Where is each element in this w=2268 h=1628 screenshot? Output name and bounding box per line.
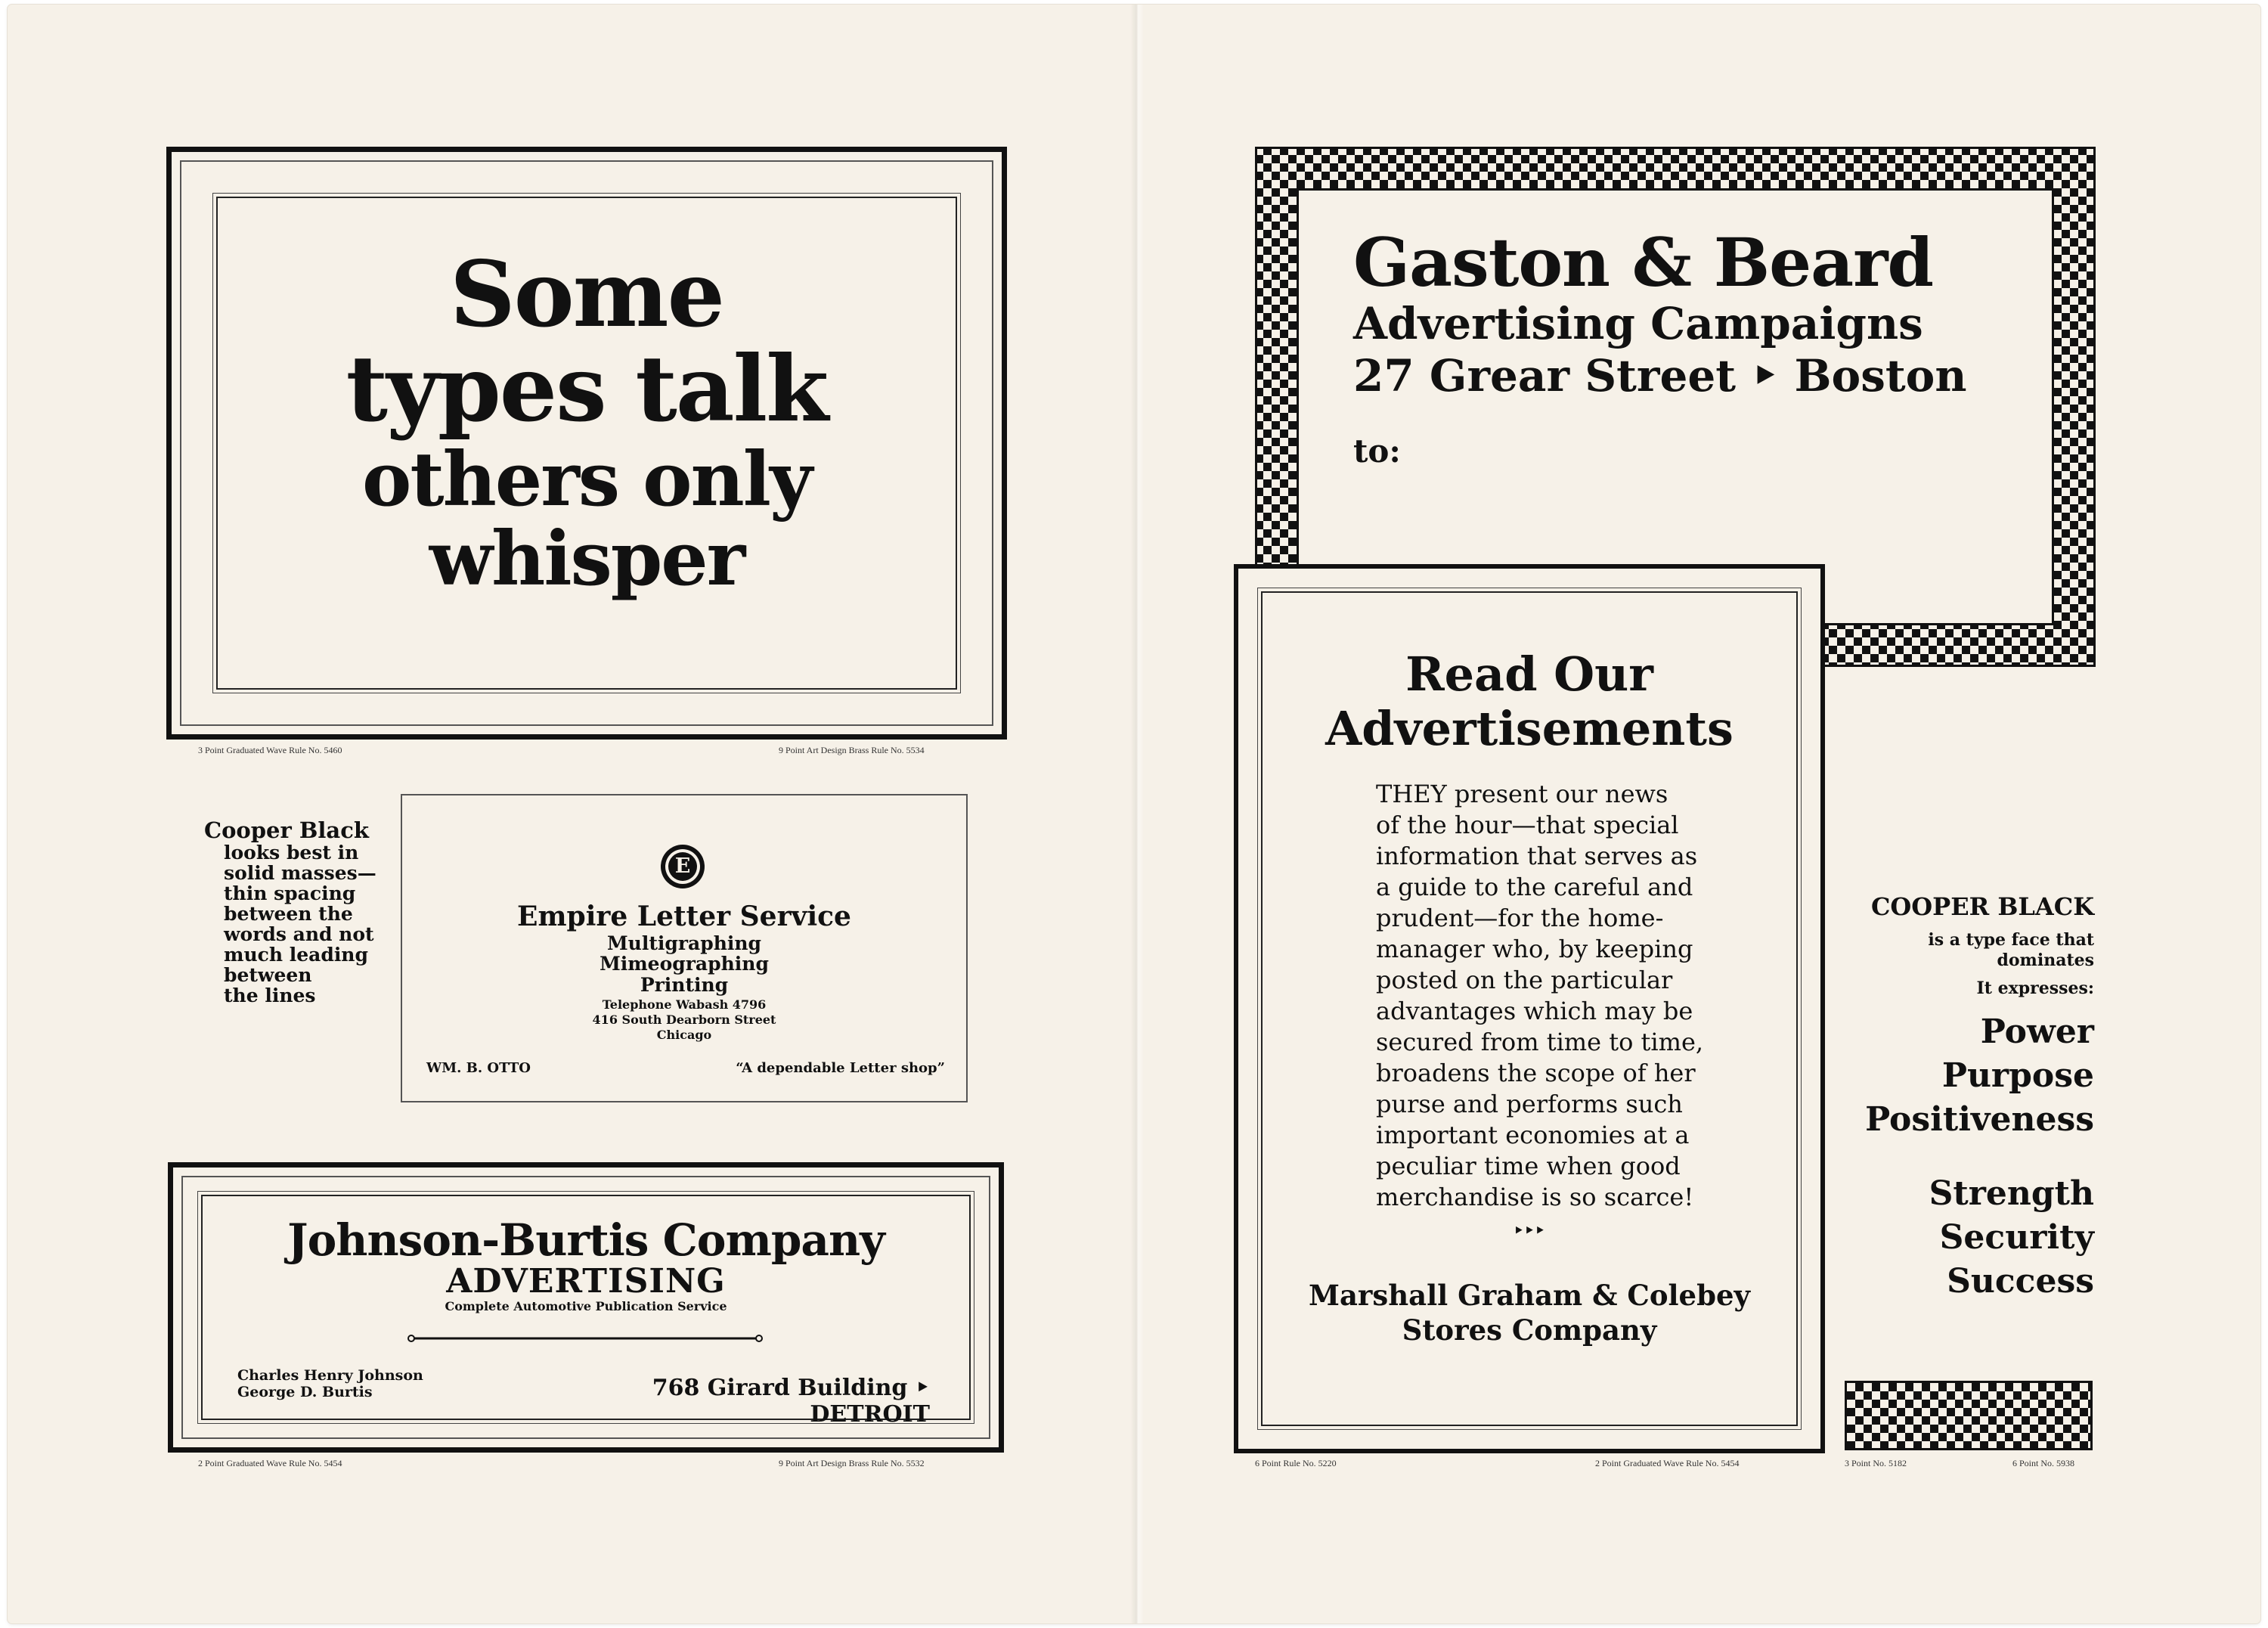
empire-text: Empire Letter Service Multigraphing Mime…: [401, 900, 968, 1043]
headline-line-3: others only: [362, 436, 813, 523]
read-signature-1: Marshall Graham & Colebey: [1308, 1279, 1750, 1312]
cooper-right-word-power: Power: [1980, 1012, 2094, 1051]
headline-line-1: Some: [449, 241, 725, 348]
read-body-line-7: posted on the particular: [1376, 966, 1673, 994]
read-signature-2: Stores Company: [1402, 1313, 1657, 1347]
cooper-note-line-4: thin spacing: [224, 882, 356, 904]
johnson-person-1: Charles Henry Johnson: [237, 1367, 423, 1384]
empire-emblem-letter: E: [668, 852, 697, 881]
empire-name: Empire Letter Service: [517, 901, 851, 932]
gaston-line-2: Advertising Campaigns: [1353, 298, 1923, 349]
read-body: THEY present our news of the hour—that s…: [1376, 779, 1704, 1213]
cooper-note-line-8: between: [224, 964, 312, 986]
read-body-line-2: of the hour—that special: [1376, 811, 1679, 839]
caption-top-left: 3 Point Graduated Wave Rule No. 5460: [198, 745, 342, 755]
cooper-right-word-security: Security: [1939, 1218, 2094, 1257]
read-title: Read Our Advertisements: [1234, 647, 1825, 756]
read-title-1: Read Our: [1405, 647, 1653, 702]
read-title-2: Advertisements: [1325, 701, 1734, 756]
cooper-right: COOPER BLACK is a type face that dominat…: [1830, 892, 2094, 1304]
cooper-right-word-strength: Strength: [1929, 1174, 2094, 1213]
empire-slogan: “A dependable Letter shop”: [736, 1060, 945, 1076]
empire-address: 416 South Dearborn Street: [592, 1012, 776, 1027]
cooper-note: Cooper Black looks best in solid masses—…: [204, 818, 401, 1006]
caption-bottom-right: 9 Point Art Design Brass Rule No. 5532: [779, 1458, 925, 1468]
read-body-line-4: a guide to the careful and: [1376, 873, 1693, 901]
johnson-people: Charles Henry Johnson George D. Burtis: [237, 1367, 423, 1400]
read-body-line-9: secured from time to time,: [1376, 1028, 1704, 1056]
cooper-note-line-7: much leading: [224, 944, 368, 966]
read-body-line-10: broadens the scope of her: [1376, 1059, 1696, 1087]
gaston-to: to:: [1353, 433, 1401, 470]
caption-rule-5220: 6 Point Rule No. 5220: [1255, 1458, 1337, 1468]
cooper-right-word-success: Success: [1947, 1262, 2094, 1301]
johnson-name: Johnson-Burtis Company: [287, 1214, 885, 1266]
caption-top-right: 9 Point Art Design Brass Rule No. 5534: [779, 745, 925, 755]
read-body-line-13: peculiar time when good: [1376, 1152, 1681, 1180]
johnson-tagline: ADVERTISING: [446, 1262, 726, 1301]
cooper-note-line-5: between the: [224, 903, 353, 925]
empire-owner: WM. B. OTTO: [426, 1060, 531, 1076]
read-body-line-11: purse and performs such: [1376, 1090, 1683, 1118]
empire-service-3: Printing: [640, 974, 729, 996]
cooper-right-word-purpose: Purpose: [1941, 1056, 2094, 1095]
empire-phone: Telephone Wabash 4796: [602, 997, 767, 1012]
caption-wave-5454: 2 Point Graduated Wave Rule No. 5454: [1595, 1458, 1740, 1468]
johnson-service: Complete Automotive Publication Service: [445, 1299, 727, 1313]
cooper-right-heading: COOPER BLACK: [1870, 892, 2094, 921]
headline-line-4: whisper: [429, 516, 746, 603]
cooper-right-desc-1: is a type face that: [1928, 930, 2094, 950]
caption-point-5182: 3 Point No. 5182: [1845, 1458, 1907, 1468]
gaston-text: Gaston & Beard Advertising Campaigns 27 …: [1353, 227, 1967, 470]
cooper-note-line-3: solid masses—: [224, 862, 376, 884]
read-body-line-3: information that serves as: [1376, 842, 1698, 870]
cooper-right-desc-3: It expresses:: [1976, 978, 2094, 998]
caption-point-5938: 6 Point No. 5938: [2012, 1458, 2075, 1468]
gaston-name: Gaston & Beard: [1353, 223, 1934, 302]
headline: Some types talk others only whisper: [216, 250, 957, 597]
page-fold: [1130, 5, 1144, 1623]
empire-emblem: E: [661, 845, 705, 888]
cooper-note-line-1: Cooper Black: [204, 817, 369, 843]
johnson-address: 768 Girard Building ‣ DETROIT: [652, 1375, 930, 1428]
headline-line-2: types talk: [345, 336, 829, 442]
cooper-note-line-6: words and not: [224, 923, 374, 945]
read-signature: Marshall Graham & Colebey Stores Company: [1234, 1278, 1825, 1347]
read-ornament: ‣‣‣: [1513, 1221, 1546, 1241]
johnson-scroll-ornament: [405, 1332, 765, 1342]
johnson-text: Johnson-Burtis Company ADVERTISING Compl…: [201, 1216, 971, 1314]
read-body-line-6: manager who, by keeping: [1376, 935, 1693, 963]
read-body-line-8: advantages which may be: [1376, 997, 1693, 1025]
empire-service-1: Multigraphing: [606, 932, 762, 954]
cooper-right-desc-2: dominates: [1997, 950, 2095, 970]
cooper-right-word-positiveness: Positiveness: [1865, 1100, 2094, 1139]
checker-sample: [1845, 1381, 2093, 1450]
read-body-line-14: merchandise is so scarce!: [1376, 1183, 1694, 1211]
read-body-line-12: important economies at a: [1376, 1121, 1690, 1149]
cooper-note-line-2: looks best in: [224, 842, 359, 864]
cooper-note-line-9: the lines: [224, 985, 316, 1006]
johnson-person-2: George D. Burtis: [237, 1384, 373, 1400]
empire-city: Chicago: [656, 1028, 712, 1042]
empire-service-2: Mimeographing: [600, 953, 769, 975]
caption-bottom-left: 2 Point Graduated Wave Rule No. 5454: [198, 1458, 342, 1468]
read-body-line-5: prudent—for the home-: [1376, 904, 1664, 932]
read-body-line-1: THEY present our news: [1376, 780, 1668, 808]
gaston-line-3: 27 Grear Street ‣ Boston: [1353, 350, 1967, 402]
